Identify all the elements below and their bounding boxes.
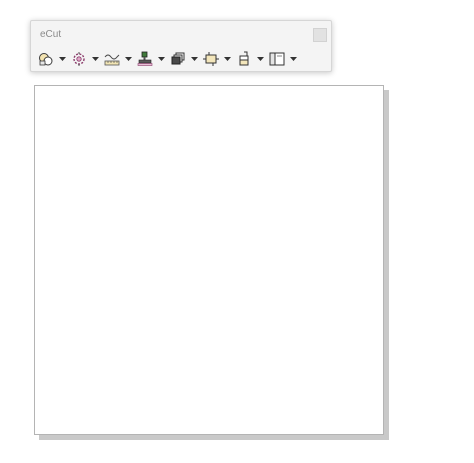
chevron-down-icon [58, 57, 66, 61]
tool-ecut-logo-dropdown[interactable] [55, 51, 69, 67]
chevron-down-icon [289, 57, 297, 61]
toolbar-title: eCut [40, 29, 62, 40]
tool-lock-shape-dropdown[interactable] [253, 51, 267, 67]
tool-stamp[interactable] [136, 50, 168, 68]
tool-panel-layout[interactable] [268, 50, 300, 68]
gear-target-icon[interactable] [70, 51, 88, 67]
tool-crop-frame-dropdown[interactable] [220, 51, 234, 67]
chevron-down-icon [256, 57, 264, 61]
tool-stamp-dropdown[interactable] [154, 51, 168, 67]
chevron-down-icon [223, 57, 231, 61]
toolbar-close-button[interactable] [313, 28, 327, 42]
workspace: eCut [0, 0, 474, 463]
chevron-down-icon [157, 57, 165, 61]
crop-frame-icon[interactable] [202, 51, 220, 67]
chevron-down-icon [91, 57, 99, 61]
tool-gear-target-dropdown[interactable] [88, 51, 102, 67]
chevron-down-icon [190, 57, 198, 61]
document-page[interactable] [34, 85, 384, 435]
tool-ecut-logo[interactable] [37, 50, 69, 68]
tool-measure-wave[interactable] [103, 50, 135, 68]
chevron-down-icon [124, 57, 132, 61]
tool-panel-layout-dropdown[interactable] [286, 51, 300, 67]
tool-gear-target[interactable] [70, 50, 102, 68]
toolbar-tools [37, 50, 301, 68]
tool-crop-frame[interactable] [202, 50, 234, 68]
stamp-icon[interactable] [136, 51, 154, 67]
panel-layout-icon[interactable] [268, 51, 286, 67]
tool-lock-shape[interactable] [235, 50, 267, 68]
lock-shape-icon[interactable] [235, 51, 253, 67]
measure-wave-icon[interactable] [103, 51, 121, 67]
ecut-toolbar[interactable]: eCut [30, 20, 332, 72]
ecut-logo-icon[interactable] [37, 51, 55, 67]
tool-measure-wave-dropdown[interactable] [121, 51, 135, 67]
stacked-pages-icon[interactable] [169, 51, 187, 67]
tool-stacked-pages[interactable] [169, 50, 201, 68]
tool-stacked-pages-dropdown[interactable] [187, 51, 201, 67]
